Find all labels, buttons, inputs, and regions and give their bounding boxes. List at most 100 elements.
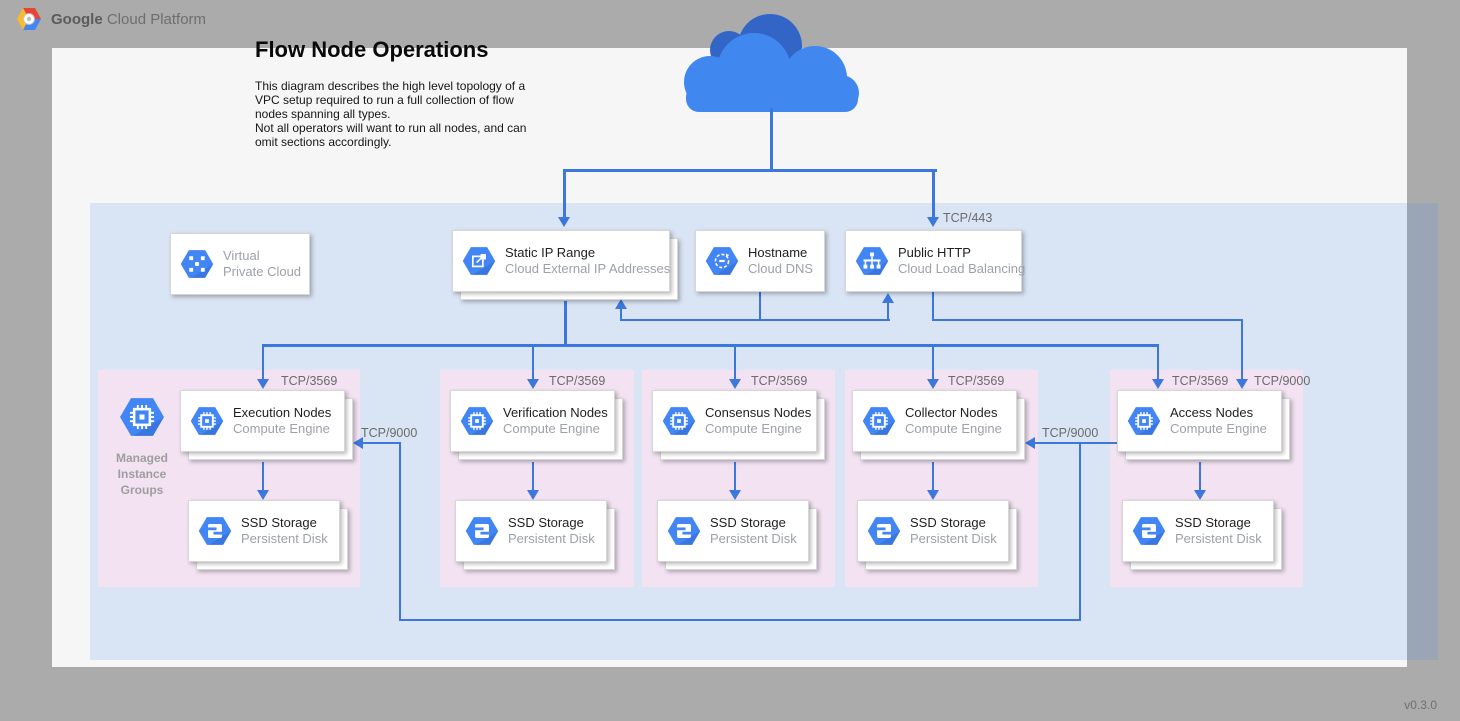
connector-dns-to-static (620, 308, 622, 321)
arrowhead-access-9000 (1236, 379, 1248, 389)
card-access-nodes: Access Nodes Compute Engine (1117, 390, 1282, 452)
card-subtitle: Compute Engine (705, 421, 811, 437)
connector-drop-public-http (932, 172, 935, 217)
card-ssd-collector: SSD Storage Persistent Disk (857, 500, 1009, 562)
connector-loop-to-execution (362, 442, 399, 444)
internet-cloud-icon (682, 8, 862, 112)
description-line: nodes spanning all types. (255, 107, 526, 121)
brand-rest: Cloud Platform (103, 11, 206, 28)
persistent-disk-icon (867, 516, 901, 546)
persistent-disk-icon (198, 516, 232, 546)
arrowhead-access-storage (1194, 490, 1206, 500)
compute-engine-icon (1127, 406, 1161, 436)
port-label-tcp3569-verification: TCP/3569 (549, 374, 605, 388)
card-subtitle: Persistent Disk (241, 531, 328, 547)
card-subtitle: Compute Engine (1170, 421, 1267, 437)
card-subtitle: Persistent Disk (910, 531, 997, 547)
managed-instance-groups-label: Managed Instance Groups (104, 450, 180, 498)
card-title: SSD Storage (1175, 515, 1262, 531)
brand-bold: Google (51, 11, 103, 28)
port-label-tcp443: TCP/443 (943, 211, 992, 225)
vpc-label-line2: Private Cloud (223, 264, 301, 280)
brand-text: Google Cloud Platform (51, 11, 206, 28)
mig-label-line: Groups (104, 482, 180, 498)
arrowhead-coll-storage (927, 490, 939, 500)
card-execution-nodes: Execution Nodes Compute Engine (180, 390, 345, 452)
managed-instance-groups-icon (119, 397, 165, 437)
arrowhead-up-static-ip (615, 299, 627, 309)
connector-drop-collector (932, 347, 934, 379)
card-subtitle: Compute Engine (233, 421, 331, 437)
persistent-disk-icon (465, 516, 499, 546)
card-ssd-access: SSD Storage Persistent Disk (1122, 500, 1274, 562)
connector-main-rail (262, 344, 1159, 347)
card-public-http: Public HTTP Cloud Load Balancing (845, 230, 1022, 292)
card-title: Access Nodes (1170, 405, 1267, 421)
connector-access-9000-drop (1241, 321, 1243, 379)
card-hostname: Hostname Cloud DNS (695, 230, 825, 292)
vpc-icon (180, 249, 214, 279)
connector-drop-verification (532, 347, 534, 379)
card-title: SSD Storage (710, 515, 797, 531)
port-label-tcp3569-access: TCP/3569 (1172, 374, 1228, 388)
description-line: VPC setup required to run a full collect… (255, 93, 526, 107)
arrowhead-into-public-http (927, 217, 939, 227)
mig-label-line: Instance (104, 466, 180, 482)
port-label-tcp9000-collector: TCP/9000 (1042, 426, 1098, 440)
arrowhead-cons-storage (729, 490, 741, 500)
persistent-disk-icon (667, 516, 701, 546)
connector-loop-bottom (399, 619, 1081, 621)
description-line: Not all operators will want to run all n… (255, 121, 526, 135)
card-ssd-verification: SSD Storage Persistent Disk (455, 500, 607, 562)
arrowhead-execution (257, 379, 269, 389)
mig-label-line: Managed (104, 450, 180, 466)
port-label-tcp9000-execution: TCP/9000 (361, 426, 417, 440)
connector-access-storage (1199, 462, 1201, 490)
connector-coll-storage (932, 462, 934, 490)
connector-verif-storage (532, 462, 534, 490)
arrowhead-into-collector (1025, 437, 1035, 449)
connector-drop-consensus (734, 347, 736, 379)
card-title: Static IP Range (505, 245, 670, 261)
connector-http-down (932, 292, 934, 321)
external-ip-icon (462, 246, 496, 276)
card-subtitle: Cloud External IP Addresses (505, 261, 670, 277)
card-subtitle: Persistent Disk (508, 531, 595, 547)
arrowhead-consensus (729, 379, 741, 389)
connector-drop-execution (262, 347, 264, 379)
arrowhead-verif-storage (527, 490, 539, 500)
card-subtitle: Cloud DNS (748, 261, 813, 277)
card-static-ip-range: Static IP Range Cloud External IP Addres… (452, 230, 670, 292)
card-title: SSD Storage (910, 515, 997, 531)
connector-static-ip-down (564, 301, 567, 344)
load-balancer-icon (855, 246, 889, 276)
card-virtual-private-cloud: Virtual Private Cloud (170, 233, 310, 295)
arrowhead-exec-storage (257, 490, 269, 500)
vpc-label-line1: Virtual (223, 248, 301, 264)
card-title: Hostname (748, 245, 813, 261)
compute-engine-icon (460, 406, 494, 436)
card-title: Verification Nodes (503, 405, 608, 421)
card-title: Collector Nodes (905, 405, 1002, 421)
card-title: Public HTTP (898, 245, 1025, 261)
connector-loop-down (1079, 444, 1081, 620)
connector-loop-up (399, 442, 401, 619)
card-ssd-execution: SSD Storage Persistent Disk (188, 500, 340, 562)
card-consensus-nodes: Consensus Nodes Compute Engine (652, 390, 817, 452)
card-subtitle: Compute Engine (503, 421, 608, 437)
connector-drop-static-ip (563, 172, 566, 217)
arrowhead-into-static-ip (558, 217, 570, 227)
arrowhead-access-3569 (1152, 379, 1164, 389)
card-title: SSD Storage (241, 515, 328, 531)
gcp-brand: Google Cloud Platform (16, 7, 206, 31)
version-label: v0.3.0 (1357, 698, 1437, 712)
connector-top-rail (563, 169, 937, 172)
diagram-page: Google Cloud Platform Flow Node Operatio… (0, 0, 1460, 721)
connector-access-to-collector (1034, 442, 1117, 444)
arrowhead-verification (527, 379, 539, 389)
card-ssd-consensus: SSD Storage Persistent Disk (657, 500, 809, 562)
connector-drop-access (1157, 344, 1159, 379)
connector-dns-horizontal (620, 319, 890, 321)
connector-cloud-stem (770, 108, 773, 171)
cloud-dns-icon (705, 246, 739, 276)
